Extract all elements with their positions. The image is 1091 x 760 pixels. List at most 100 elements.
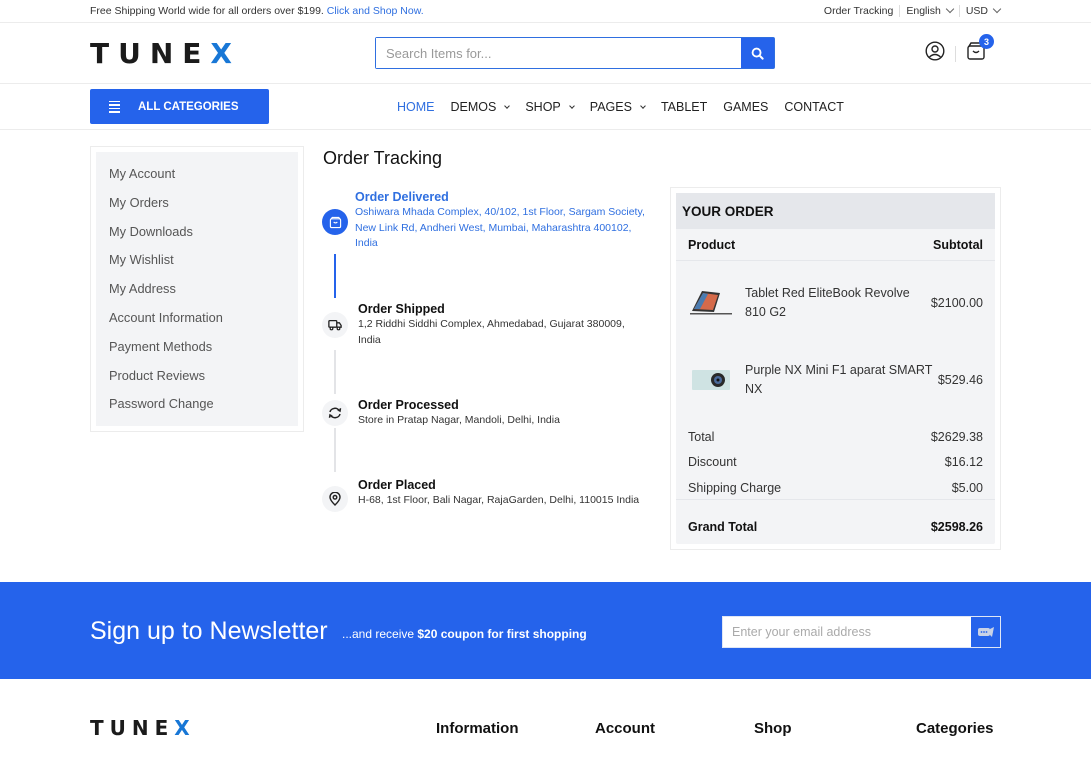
nav-item-tablet[interactable]: TABLET — [661, 100, 707, 114]
nav-item-pages[interactable]: PAGES — [589, 100, 646, 114]
sidebar-item-my-wishlist[interactable]: My Wishlist — [96, 252, 298, 281]
bag-icon — [322, 209, 348, 235]
nav-item-demos[interactable]: DEMOS — [451, 100, 511, 114]
shop-now-link[interactable]: Click and Shop Now. — [327, 5, 424, 17]
page-title: Order Tracking — [323, 148, 443, 168]
currency-label: USD — [965, 5, 988, 17]
order-item: Tablet Red EliteBook Revolve 810 G2 $210… — [676, 278, 995, 328]
timeline-connector — [334, 350, 336, 394]
order-table-header: Product Subtotal — [676, 229, 995, 261]
nav-item-contact[interactable]: CONTACT — [784, 100, 844, 114]
currency-selector[interactable]: USD — [958, 4, 1002, 17]
cart-button[interactable]: 3 — [966, 34, 994, 66]
step-status: Order Delivered — [355, 190, 449, 204]
grand-total-label: Grand Total — [688, 520, 758, 534]
sidebar-item-product-reviews[interactable]: Product Reviews — [96, 368, 298, 397]
header: TUNEX 3 — [0, 23, 1091, 84]
search-icon — [751, 47, 764, 60]
logo-accent: X — [210, 37, 241, 70]
sidebar-item-my-account[interactable]: My Account — [96, 166, 298, 195]
product-thumbnail-tablet[interactable] — [688, 287, 736, 319]
send-icon — [977, 627, 994, 637]
newsletter-coupon-text: $20 coupon for first shopping — [417, 627, 587, 641]
newsletter-submit-button[interactable] — [970, 617, 1000, 647]
newsletter-form — [722, 616, 1001, 648]
divider — [955, 45, 956, 62]
location-pin-icon — [322, 486, 348, 512]
cart-count-badge: 3 — [979, 34, 994, 49]
menu-icon — [109, 100, 120, 113]
order-tracking-label: Order Tracking — [823, 5, 894, 17]
step-address: Oshiwara Mhada Complex, 40/102, 1st Floo… — [355, 206, 645, 249]
refresh-icon — [322, 400, 348, 426]
summary-label: Total — [688, 430, 715, 444]
step-status: Order Placed — [358, 478, 436, 492]
sidebar-item-account-information[interactable]: Account Information — [96, 310, 298, 339]
account-button[interactable] — [925, 41, 945, 66]
footer-logo[interactable]: TUNEX — [90, 716, 196, 740]
sidebar-item-my-orders[interactable]: My Orders — [96, 195, 298, 224]
account-sidebar: My Account My Orders My Downloads My Wis… — [90, 146, 304, 432]
summary-shipping: Shipping Charge $5.00 — [676, 481, 995, 495]
summary-discount: Discount $16.12 — [676, 455, 995, 469]
sidebar-item-payment-methods[interactable]: Payment Methods — [96, 339, 298, 368]
sidebar-item-password-change[interactable]: Password Change — [96, 396, 298, 425]
newsletter-section: Sign up to Newsletter ...and receive $20… — [0, 582, 1091, 679]
language-selector[interactable]: English — [899, 4, 958, 17]
product-name[interactable]: Purple NX Mini F1 aparat SMART NX — [745, 361, 938, 399]
footer-heading-categories: Categories — [916, 720, 994, 737]
order-tracking-link[interactable]: Order Tracking — [818, 5, 899, 17]
nav-label: GAMES — [723, 100, 769, 114]
chevron-down-icon — [568, 102, 575, 109]
user-icon — [925, 41, 945, 61]
footer-heading-information: Information — [436, 720, 519, 737]
product-thumbnail-camera[interactable] — [688, 364, 736, 396]
summary-label: Shipping Charge — [688, 481, 782, 495]
truck-icon — [322, 312, 348, 338]
step-status: Order Shipped — [358, 302, 445, 316]
logo-text: TUNE — [90, 716, 175, 740]
nav-item-games[interactable]: GAMES — [723, 100, 768, 114]
promo-text: Free Shipping World wide for all orders … — [90, 5, 324, 17]
all-categories-button[interactable]: ALL CATEGORIES — [90, 89, 269, 124]
summary-value: $2629.38 — [930, 430, 983, 444]
grand-total-value: $2598.26 — [930, 520, 983, 534]
nav-item-home[interactable]: HOME — [397, 100, 435, 114]
chevron-down-icon — [992, 4, 1002, 14]
footer-heading-shop: Shop — [754, 720, 792, 737]
logo[interactable]: TUNEX — [90, 37, 241, 70]
product-price: $2100.00 — [930, 296, 983, 310]
summary-total: Total $2629.38 — [676, 430, 995, 444]
nav-label: TABLET — [660, 100, 708, 114]
col-product: Product — [688, 237, 736, 252]
top-bar: Free Shipping World wide for all orders … — [0, 0, 1091, 23]
logo-text: TUNE — [90, 37, 211, 70]
step-address: Store in Pratap Nagar, Mandoli, Delhi, I… — [358, 414, 560, 426]
nav-label: CONTACT — [784, 100, 844, 114]
sidebar-item-my-address[interactable]: My Address — [96, 281, 298, 310]
language-label: English — [906, 5, 941, 17]
chevron-down-icon — [504, 102, 511, 109]
promo-banner: Free Shipping World wide for all orders … — [90, 5, 424, 17]
summary-label: Discount — [688, 455, 737, 469]
all-categories-label: ALL CATEGORIES — [138, 100, 239, 113]
col-subtotal: Subtotal — [933, 237, 983, 252]
product-name[interactable]: Tablet Red EliteBook Revolve 810 G2 — [745, 284, 931, 322]
footer-heading-account: Account — [595, 720, 655, 737]
nav-label: SHOP — [525, 100, 561, 114]
product-price: $529.46 — [937, 373, 983, 387]
newsletter-email-input[interactable] — [723, 617, 970, 647]
timeline-connector — [334, 428, 336, 472]
step-address: 1,2 Riddhi Siddhi Complex, Ahmedabad, Gu… — [358, 318, 625, 346]
order-heading: YOUR ORDER — [676, 193, 995, 229]
search-input[interactable] — [376, 38, 741, 68]
nav-item-shop[interactable]: SHOP — [525, 100, 575, 114]
nav-label: HOME — [397, 100, 435, 114]
sidebar-item-my-downloads[interactable]: My Downloads — [96, 224, 298, 253]
search-button[interactable] — [741, 38, 774, 68]
step-address: H-68, 1st Floor, Bali Nagar, RajaGarden,… — [358, 494, 640, 506]
step-status: Order Processed — [358, 398, 459, 412]
newsletter-subtitle: ...and receive $20 coupon for first shop… — [342, 627, 587, 641]
chevron-down-icon — [945, 4, 955, 14]
nav-label: PAGES — [589, 100, 632, 114]
